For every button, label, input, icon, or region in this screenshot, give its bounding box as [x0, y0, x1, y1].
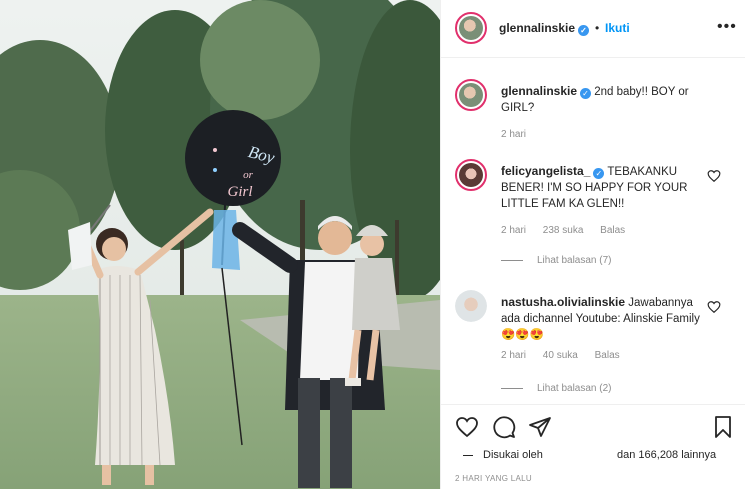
- paper-plane-icon[interactable]: [528, 415, 552, 439]
- view-replies-label[interactable]: Lihat balasan (2): [537, 383, 612, 394]
- heart-icon[interactable]: [455, 415, 479, 439]
- comment-time[interactable]: 2 hari: [501, 225, 526, 236]
- svg-text:Girl: Girl: [227, 184, 252, 200]
- heart-icon[interactable]: [707, 300, 721, 314]
- separator-dot: •: [595, 21, 600, 35]
- author-username[interactable]: glennalinskie ✓: [499, 21, 590, 36]
- verified-badge-icon: ✓: [580, 88, 592, 99]
- comment-meta: 2 hari 238 suka Balas: [501, 225, 639, 236]
- post-actions: Disukai oleh dan 166,208 lainnya 2 HARI …: [441, 404, 745, 489]
- post-side-panel: glennalinskie ✓ • Ikuti ••• glennalinskie…: [440, 0, 745, 489]
- liked-by-label[interactable]: Disukai oleh: [483, 449, 543, 461]
- view-replies-button[interactable]: Lihat balasan (7): [501, 255, 612, 266]
- verified-badge-icon: ✓: [593, 168, 605, 179]
- replies-divider: [501, 387, 523, 389]
- comment-text: felicyangelista_ ✓ TEBAKANKU BENER! I'M S…: [501, 163, 706, 212]
- post-photo-image: Boy or Girl: [0, 0, 440, 489]
- caption-time[interactable]: 2 hari: [501, 129, 526, 140]
- comment-time[interactable]: 2 hari: [501, 350, 526, 361]
- svg-text:or: or: [243, 169, 254, 181]
- author-username-text[interactable]: glennalinskie: [499, 21, 575, 35]
- view-replies-button[interactable]: Lihat balasan (2): [501, 383, 612, 394]
- comment-likes[interactable]: 40 suka: [543, 350, 578, 361]
- comments-list[interactable]: glennalinskie ✓ 2nd baby!! BOY or GIRL? 2…: [441, 59, 745, 404]
- comment-meta: 2 hari 40 suka Balas: [501, 350, 634, 361]
- likes-count[interactable]: dan 166,208 lainnya: [617, 449, 716, 461]
- commenter-avatar[interactable]: [455, 290, 487, 322]
- commenter-username[interactable]: nastusha.olivialinskie: [501, 295, 625, 309]
- commenter-avatar[interactable]: [455, 159, 487, 191]
- heart-icon[interactable]: [707, 169, 721, 183]
- view-replies-label[interactable]: Lihat balasan (7): [537, 255, 612, 266]
- verified-badge-icon: ✓: [578, 25, 590, 36]
- bookmark-icon[interactable]: [711, 415, 735, 439]
- author-avatar[interactable]: [455, 12, 487, 44]
- caption-text: glennalinskie ✓ 2nd baby!! BOY or GIRL?: [501, 83, 706, 116]
- more-icon[interactable]: •••: [717, 18, 737, 36]
- comment-likes[interactable]: 238 suka: [543, 225, 584, 236]
- replies-divider: [501, 259, 523, 261]
- follow-button[interactable]: Ikuti: [605, 21, 630, 35]
- caption-avatar[interactable]: [455, 79, 487, 111]
- post-photo[interactable]: Boy or Girl: [0, 0, 440, 489]
- reply-button[interactable]: Balas: [595, 350, 620, 361]
- post-header: glennalinskie ✓ • Ikuti •••: [441, 0, 745, 58]
- liked-by-divider: [463, 454, 473, 456]
- commenter-username[interactable]: felicyangelista_: [501, 164, 590, 178]
- caption-meta: 2 hari: [501, 129, 540, 140]
- likes-summary: Disukai oleh dan 166,208 lainnya: [455, 449, 735, 461]
- caption-username[interactable]: glennalinskie: [501, 84, 577, 98]
- comment-text: nastusha.olivialinskie Jawabannya ada di…: [501, 294, 706, 343]
- post-timestamp[interactable]: 2 HARI YANG LALU: [455, 474, 532, 483]
- comment-icon[interactable]: [492, 415, 516, 439]
- reply-button[interactable]: Balas: [600, 225, 625, 236]
